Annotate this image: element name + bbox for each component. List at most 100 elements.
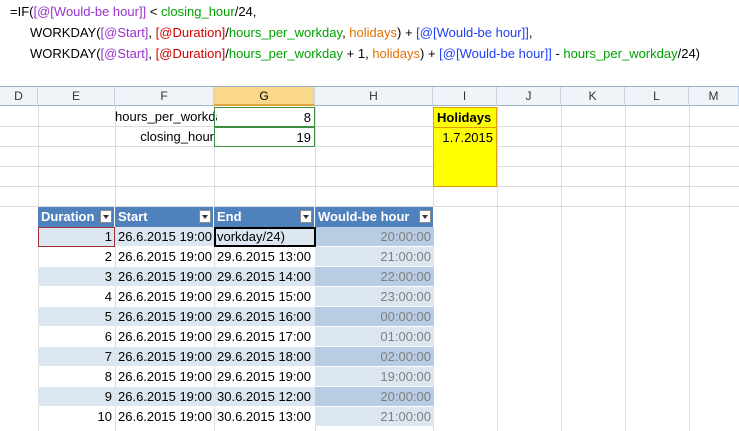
would-be-hour-cell[interactable]: 00:00:00 <box>315 307 434 326</box>
filter-dropdown-icon[interactable] <box>419 210 431 223</box>
table-row: 8 26.6.2015 19:00 29.6.2015 19:00 19:00:00 <box>38 367 434 386</box>
duration-header-label: Duration <box>41 209 95 224</box>
column-header-H[interactable]: H <box>315 87 433 106</box>
formula-line-3: WORKDAY([@Start], [@Duration]/hours_per_… <box>30 46 700 61</box>
column-header-L[interactable]: L <box>625 87 689 106</box>
holidays-value[interactable]: 1.7.2015 <box>434 128 496 147</box>
start-cell[interactable]: 26.6.2015 19:00 <box>115 247 214 266</box>
formula-token: [@Start] <box>100 46 149 61</box>
would-be-hour-cell[interactable]: 21:00:00 <box>315 247 434 266</box>
column-header-K[interactable]: K <box>561 87 625 106</box>
duration-cell[interactable]: 9 <box>38 387 115 406</box>
start-cell[interactable]: 26.6.2015 19:00 <box>115 387 214 406</box>
column-header-D[interactable]: D <box>0 87 38 106</box>
closing-hour-label: closing_hour <box>140 129 214 144</box>
end-cell[interactable]: 30.6.2015 13:00 <box>214 407 315 426</box>
formula-token: hours_per_workday <box>228 25 343 40</box>
duration-cell[interactable]: 3 <box>38 267 115 286</box>
start-cell[interactable]: 26.6.2015 19:00 <box>115 347 214 366</box>
filter-dropdown-icon[interactable] <box>199 210 211 223</box>
would-be-hour-cell[interactable]: 02:00:00 <box>315 347 434 366</box>
formula-token: + 1, <box>343 46 373 61</box>
formula-token: , <box>148 46 156 61</box>
table-row: 6 26.6.2015 19:00 29.6.2015 17:00 01:00:00 <box>38 327 434 346</box>
formula-token: WORKDAY( <box>30 46 101 61</box>
formula-token: [@[Would-be hour]] <box>33 4 147 19</box>
holidays-range[interactable]: Holidays 1.7.2015 <box>433 107 497 187</box>
end-cell[interactable]: 29.6.2015 14:00 <box>214 267 315 286</box>
column-header-F[interactable]: F <box>115 87 214 106</box>
formula-line-2: WORKDAY([@Start], [@Duration]/hours_per_… <box>30 25 532 40</box>
hours-per-workday-value[interactable]: 8 <box>214 107 315 127</box>
end-cell[interactable]: 29.6.2015 15:00 <box>214 287 315 306</box>
formula-token: , <box>148 25 156 40</box>
end-cell[interactable]: 29.6.2015 16:00 <box>214 307 315 326</box>
would-be-hour-cell[interactable]: 23:00:00 <box>315 287 434 306</box>
end-cell[interactable]: 29.6.2015 18:00 <box>214 347 315 366</box>
start-cell[interactable]: 26.6.2015 19:00 <box>115 307 214 326</box>
end-cell[interactable]: 29.6.2015 13:00 <box>214 247 315 266</box>
formula-token: - <box>551 46 564 61</box>
formula-token: [@Duration] <box>155 46 226 61</box>
table-header-end[interactable]: End <box>214 207 315 227</box>
formula-token: < <box>146 4 161 19</box>
formula-token: [@[Would-be hour]] <box>439 46 552 61</box>
table-header-would-be-hour[interactable]: Would-be hour <box>315 207 434 227</box>
formula-token: WORKDAY( <box>30 25 101 40</box>
filter-dropdown-icon[interactable] <box>300 210 312 223</box>
table-row: 4 26.6.2015 19:00 29.6.2015 15:00 23:00:00 <box>38 287 434 306</box>
formula-token: closing_hour <box>161 4 235 19</box>
column-header-J[interactable]: J <box>497 87 561 106</box>
start-cell[interactable]: 26.6.2015 19:00 <box>115 367 214 386</box>
formula-token: [@[Would-be hour]] <box>416 25 529 40</box>
formula-token: [@Start] <box>100 25 149 40</box>
table-row: 5 26.6.2015 19:00 29.6.2015 16:00 00:00:00 <box>38 307 434 326</box>
would-be-hour-cell[interactable]: 22:00:00 <box>315 267 434 286</box>
would-be-hour-cell[interactable]: 20:00:00 <box>315 387 434 406</box>
formula-token: ) + <box>397 25 417 40</box>
formula-token: /24) <box>677 46 701 61</box>
referenced-cell-outline <box>38 227 115 247</box>
formula-token: holidays <box>349 25 397 40</box>
would-be-hour-cell[interactable]: 01:00:00 <box>315 327 434 346</box>
column-header-E[interactable]: E <box>38 87 115 106</box>
formula-token: [@Duration] <box>155 25 226 40</box>
would-be-hour-cell[interactable]: 20:00:00 <box>315 227 434 246</box>
hours-per-workday-label: hours_per_workday <box>115 109 217 124</box>
duration-cell[interactable]: 2 <box>38 247 115 266</box>
table-row: 7 26.6.2015 19:00 29.6.2015 18:00 02:00:00 <box>38 347 434 366</box>
formula-token: hours_per_workday <box>563 46 678 61</box>
table-row: 10 26.6.2015 19:00 30.6.2015 13:00 21:00:00 <box>38 407 434 426</box>
end-cell[interactable]: 30.6.2015 12:00 <box>214 387 315 406</box>
start-cell[interactable]: 26.6.2015 19:00 <box>115 227 214 246</box>
table-header-duration[interactable]: Duration <box>38 207 115 227</box>
end-header-label: End <box>217 209 242 224</box>
formula-token: =IF( <box>10 4 34 19</box>
holidays-header: Holidays <box>434 108 496 128</box>
column-header-G[interactable]: G <box>214 87 315 106</box>
column-header-M[interactable]: M <box>689 87 739 106</box>
start-cell[interactable]: 26.6.2015 19:00 <box>115 287 214 306</box>
filter-dropdown-icon[interactable] <box>100 210 112 223</box>
would-be-hour-cell[interactable]: 21:00:00 <box>315 407 434 426</box>
start-header-label: Start <box>118 209 148 224</box>
closing-hour-value[interactable]: 19 <box>214 127 315 147</box>
table-row: 9 26.6.2015 19:00 30.6.2015 12:00 20:00:00 <box>38 387 434 406</box>
formula-token: holidays <box>372 46 421 61</box>
duration-cell[interactable]: 10 <box>38 407 115 426</box>
start-cell[interactable]: 26.6.2015 19:00 <box>115 327 214 346</box>
column-header-I[interactable]: I <box>433 87 497 106</box>
end-cell[interactable]: 29.6.2015 17:00 <box>214 327 315 346</box>
formula-token: , <box>528 25 533 40</box>
duration-cell[interactable]: 5 <box>38 307 115 326</box>
formula-bar[interactable]: =IF([@[Would-be hour]] < closing_hour/24… <box>0 0 739 87</box>
end-cell[interactable]: 29.6.2015 19:00 <box>214 367 315 386</box>
duration-cell[interactable]: 6 <box>38 327 115 346</box>
duration-cell[interactable]: 7 <box>38 347 115 366</box>
duration-cell[interactable]: 8 <box>38 367 115 386</box>
duration-cell[interactable]: 4 <box>38 287 115 306</box>
start-cell[interactable]: 26.6.2015 19:00 <box>115 267 214 286</box>
would-be-hour-cell[interactable]: 19:00:00 <box>315 367 434 386</box>
start-cell[interactable]: 26.6.2015 19:00 <box>115 407 214 426</box>
table-header-start[interactable]: Start <box>115 207 214 227</box>
